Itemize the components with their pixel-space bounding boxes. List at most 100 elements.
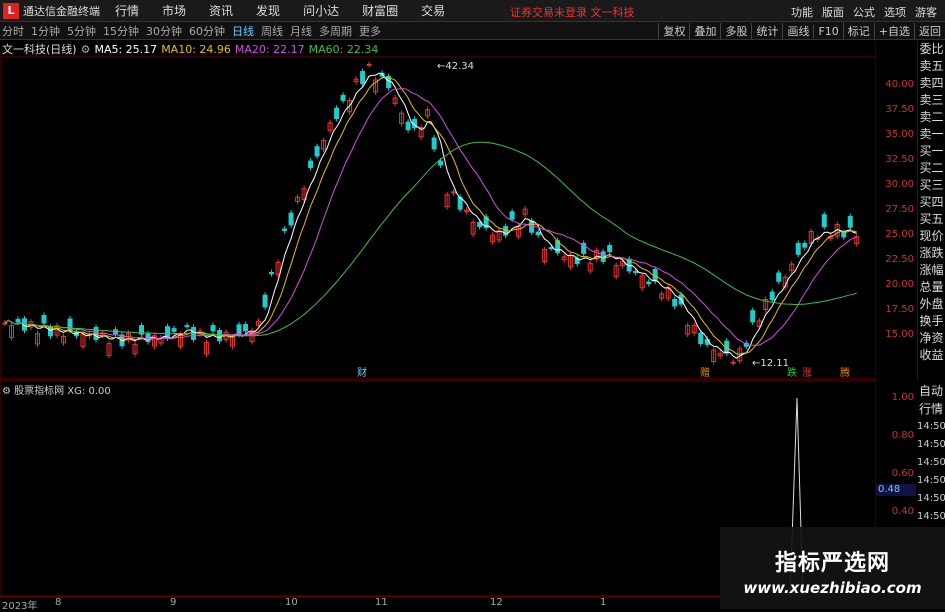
candle-body <box>607 244 613 253</box>
price-panel-frame <box>0 56 876 380</box>
price-label: 27.50 <box>885 204 914 215</box>
quote-buy3[interactable]: 买三 <box>918 177 945 194</box>
ma5-line <box>4 72 857 359</box>
candle-body <box>672 298 678 307</box>
date-label: 2023年 <box>2 601 38 612</box>
watermark-title: 指标严选网 <box>774 551 890 576</box>
menu-xuanxiang[interactable]: 选项 <box>884 4 906 20</box>
candle-body <box>366 63 372 66</box>
candle-body <box>769 291 775 301</box>
ma10-line <box>4 76 857 355</box>
side-time: 14:50 <box>917 493 945 504</box>
quote-pct[interactable]: 涨幅 <box>918 262 945 279</box>
quote-sell4[interactable]: 卖四 <box>918 75 945 92</box>
candle-body <box>847 216 853 228</box>
ind-label: 1.00 <box>891 392 914 403</box>
quote-outer[interactable]: 外盘 <box>918 296 945 313</box>
quote-buy5[interactable]: 买五 <box>918 211 945 228</box>
date-label: 9 <box>170 597 177 608</box>
side-time: 14:50 <box>917 421 945 432</box>
side-hangqing[interactable]: 行情 <box>917 400 945 418</box>
kline-chart[interactable]: ←42.34 ←12.11 财 赠 跌涨 腾 <box>0 0 876 596</box>
candle-body <box>431 137 437 150</box>
candle-body <box>282 228 288 231</box>
price-label: 35.00 <box>885 129 914 140</box>
menu-youke[interactable]: 游客 <box>915 4 937 20</box>
price-label: 30.00 <box>885 179 914 190</box>
zeng-marker: 赠 <box>700 366 710 379</box>
ind-label: 0.40 <box>891 506 914 517</box>
quote-turnover[interactable]: 换手 <box>918 313 945 330</box>
side-time: 14:50 <box>917 475 945 486</box>
candle-body <box>184 325 190 328</box>
quote-sell1[interactable]: 卖一 <box>918 126 945 143</box>
quote-sell2[interactable]: 卖二 <box>918 109 945 126</box>
side-time: 14:50 <box>917 457 945 468</box>
candle-body <box>2 322 8 325</box>
candle-body <box>438 160 444 166</box>
candle-body <box>15 318 21 323</box>
side-time: 14:50 <box>917 511 945 522</box>
quote-price[interactable]: 现价 <box>918 228 945 245</box>
price-label: 25.00 <box>885 229 914 240</box>
ma60-line <box>4 141 857 337</box>
ind-label: 0.60 <box>891 468 914 479</box>
quote-change[interactable]: 涨跌 <box>918 245 945 262</box>
candle-body <box>41 315 47 324</box>
candle-body <box>750 310 756 323</box>
candle-body <box>314 146 320 157</box>
candle-body <box>334 107 340 119</box>
zhang-marker: 涨 <box>802 367 812 379</box>
candle-body <box>802 242 808 248</box>
candle-body <box>269 272 275 275</box>
date-label: 10 <box>285 597 298 608</box>
candle-body <box>243 324 249 332</box>
price-label: 17.50 <box>885 304 914 315</box>
quote-sell3[interactable]: 卖三 <box>918 92 945 109</box>
candle-body <box>210 325 216 332</box>
tool-zixuan[interactable]: +自选 <box>873 23 914 39</box>
date-label: 8 <box>55 597 62 608</box>
quote-buy2[interactable]: 买二 <box>918 160 945 177</box>
cai-marker: 财 <box>357 366 367 379</box>
candle-body <box>509 211 515 220</box>
candle-body <box>646 281 652 285</box>
price-label: 20.00 <box>885 279 914 290</box>
quote-buy4[interactable]: 买四 <box>918 194 945 211</box>
candle-body <box>841 232 847 238</box>
high-annotation: ←42.34 <box>437 61 474 72</box>
side-auto[interactable]: 自动 <box>917 382 945 400</box>
candle-body <box>535 231 541 236</box>
date-label: 12 <box>490 597 503 608</box>
candle-body <box>405 121 411 131</box>
indicator-title: 股票指标网 XG: 0.00 <box>14 386 111 397</box>
candle-body <box>340 94 346 101</box>
quote-volume[interactable]: 总量 <box>918 279 945 296</box>
indicator-side: 自动 行情 14:50 14:50 14:50 14:50 14:50 14:5… <box>917 382 945 522</box>
tool-fanhui[interactable]: 返回 <box>914 23 945 39</box>
price-label: 37.50 <box>885 104 914 115</box>
low-annotation: ←12.11 <box>752 358 789 369</box>
quote-sell5[interactable]: 卖五 <box>918 58 945 75</box>
indicator-value-box: 0.48 <box>876 484 916 496</box>
price-label: 15.00 <box>885 329 914 340</box>
quote-weibi[interactable]: 委比 <box>918 41 945 58</box>
price-label: 22.50 <box>885 254 914 265</box>
indicator-header[interactable]: ⚙ 股票指标网 XG: 0.00 <box>2 382 111 397</box>
quote-netasset[interactable]: 净资 <box>918 330 945 347</box>
candle-body <box>633 270 639 274</box>
candle-body <box>548 247 554 250</box>
date-label: 1 <box>600 597 607 608</box>
date-label: 11 <box>375 597 388 608</box>
quote-buy1[interactable]: 买一 <box>918 143 945 160</box>
quote-earnings[interactable]: 收益 <box>918 347 945 364</box>
candle-body <box>776 272 782 282</box>
ma20-line <box>4 88 857 346</box>
indicator-gear-icon[interactable]: ⚙ <box>2 386 11 397</box>
candle-body <box>288 212 294 226</box>
teng-marker: 腾 <box>840 366 850 379</box>
candle-body <box>262 294 268 308</box>
side-time: 14:50 <box>917 439 945 450</box>
candle-body <box>698 332 704 345</box>
candle-body <box>730 361 736 364</box>
